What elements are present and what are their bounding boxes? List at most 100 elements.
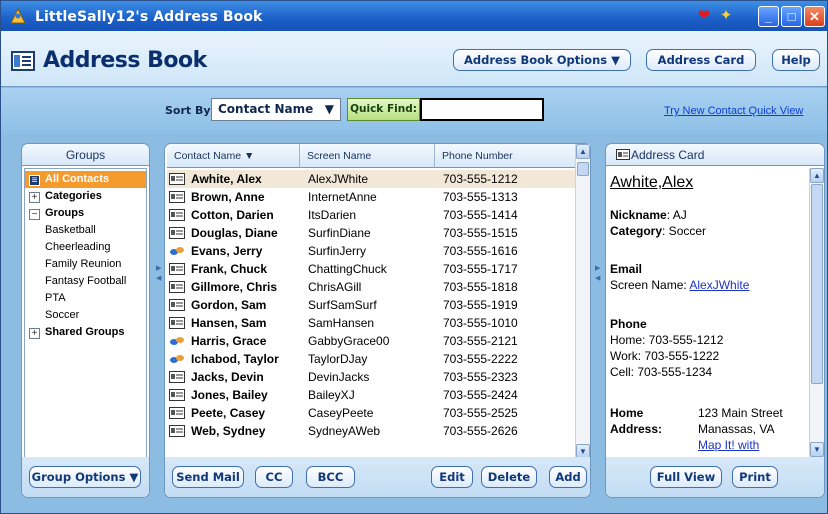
- contact-row[interactable]: Awhite, Alex AlexJWhite 703-555-1212: [167, 170, 575, 188]
- contact-row[interactable]: Harris, Grace GabbyGrace00 703-555-2121: [167, 332, 575, 350]
- print-button[interactable]: Print: [732, 466, 778, 488]
- buddy-icon: [169, 352, 185, 364]
- contact-row[interactable]: Jacks, Devin DevinJacks 703-555-2323: [167, 368, 575, 386]
- contact-row[interactable]: Gillmore, Chris ChrisAGill 703-555-1818: [167, 278, 575, 296]
- card-icon: [169, 190, 185, 203]
- phone-number-cell: 703-555-1818: [443, 280, 518, 294]
- bcc-button[interactable]: BCC: [306, 466, 355, 488]
- contact-row[interactable]: Frank, Chuck ChattingChuck 703-555-1717: [167, 260, 575, 278]
- contact-row[interactable]: Peete, Casey CaseyPeete 703-555-2525: [167, 404, 575, 422]
- address-card-title: Address Card: [631, 148, 705, 162]
- phone-number-cell: 703-555-1515: [443, 226, 518, 240]
- expand-icon[interactable]: +: [29, 192, 40, 203]
- minimize-button[interactable]: _: [758, 6, 779, 27]
- phone-number-cell: 703-555-1212: [443, 172, 518, 186]
- contact-row[interactable]: Gordon, Sam SurfSamSurf 703-555-1919: [167, 296, 575, 314]
- contact-row[interactable]: Evans, Jerry SurfinJerry 703-555-1616: [167, 242, 575, 260]
- delete-button[interactable]: Delete: [481, 466, 537, 488]
- sort-by-select[interactable]: Contact Name ▼: [211, 98, 341, 121]
- scroll-thumb[interactable]: [577, 162, 589, 176]
- group-item-pta[interactable]: PTA: [25, 290, 66, 307]
- card-scrollbar[interactable]: ▲ ▼: [809, 168, 824, 458]
- address-card-header: Address Card: [606, 144, 824, 166]
- card-icon: [169, 388, 185, 401]
- edit-button[interactable]: Edit: [431, 466, 473, 488]
- collapse-icon[interactable]: −: [29, 209, 40, 220]
- close-button[interactable]: ✕: [804, 6, 825, 27]
- card-splitter[interactable]: ▶ ◀: [595, 264, 601, 284]
- scroll-up-icon[interactable]: ▲: [810, 168, 824, 183]
- heart-icon[interactable]: ❤: [695, 7, 713, 25]
- screen-name-cell: SurfSamSurf: [308, 298, 377, 312]
- group-item-categories[interactable]: + Categories: [25, 188, 102, 205]
- contact-name-cell: Web, Sydney: [169, 422, 265, 440]
- group-item-family-reunion[interactable]: Family Reunion: [25, 256, 121, 273]
- contact-name-cell: Evans, Jerry: [169, 242, 262, 260]
- toolbar: Sort By: Contact Name ▼ Quick Find: Try …: [1, 88, 827, 134]
- contact-name: Evans, Jerry: [191, 244, 263, 258]
- cell-phone: Cell: 703-555-1234: [610, 365, 713, 379]
- add-button[interactable]: Add: [549, 466, 587, 488]
- group-item-soccer[interactable]: Soccer: [25, 307, 79, 324]
- address-book-options-button[interactable]: Address Book Options ▼: [453, 49, 631, 71]
- group-item-label: All Contacts: [45, 173, 110, 185]
- title-bar: LittleSally12's Address Book ❤ ✦ _ □ ✕: [1, 1, 827, 31]
- phone-number-cell: 703-555-2424: [443, 388, 518, 402]
- screen-name-link[interactable]: AlexJWhite: [689, 278, 749, 292]
- help-button[interactable]: Help: [772, 49, 820, 71]
- contact-name-cell: Douglas, Diane: [169, 224, 278, 242]
- contact-name: Awhite, Alex: [191, 172, 262, 186]
- cc-button[interactable]: CC: [255, 466, 293, 488]
- group-item-all-contacts[interactable]: ≡ All Contacts: [25, 171, 146, 188]
- group-item-shared-groups[interactable]: + Shared Groups: [25, 324, 124, 341]
- screen-name-cell: SurfinDiane: [308, 226, 371, 240]
- phone-number-cell: 703-555-2121: [443, 334, 518, 348]
- contact-name: Jones, Bailey: [191, 388, 268, 402]
- contact-row[interactable]: Cotton, Darien ItsDarien 703-555-1414: [167, 206, 575, 224]
- contact-row[interactable]: Hansen, Sam SamHansen 703-555-1010: [167, 314, 575, 332]
- column-header-screen-name[interactable]: Screen Name: [300, 144, 435, 168]
- send-mail-button[interactable]: Send Mail: [172, 466, 244, 488]
- card-icon: [169, 424, 185, 437]
- contacts-panel: Contact Name ▼ Screen Name Phone Number …: [164, 143, 591, 498]
- group-item-basketball[interactable]: Basketball: [25, 222, 96, 239]
- contact-name: Web, Sydney: [191, 424, 266, 438]
- address-card-button[interactable]: Address Card: [646, 49, 756, 71]
- full-view-button[interactable]: Full View: [650, 466, 722, 488]
- group-item-cheerleading[interactable]: Cheerleading: [25, 239, 110, 256]
- category-label: Category: [610, 224, 663, 238]
- contact-row[interactable]: Ichabod, Taylor TaylorDJay 703-555-2222: [167, 350, 575, 368]
- scroll-down-icon[interactable]: ▼: [810, 442, 824, 457]
- address-book-window: LittleSally12's Address Book ❤ ✦ _ □ ✕ A…: [0, 0, 828, 514]
- scroll-up-icon[interactable]: ▲: [576, 144, 590, 159]
- screen-name-cell: TaylorDJay: [308, 352, 368, 366]
- column-header-contact-name[interactable]: Contact Name ▼: [167, 144, 300, 168]
- contact-row[interactable]: Brown, Anne InternetAnne 703-555-1313: [167, 188, 575, 206]
- address-book-options-label: Address Book Options: [463, 53, 608, 67]
- group-item-fantasy-football[interactable]: Fantasy Football: [25, 273, 126, 290]
- running-man-icon[interactable]: ✦: [717, 7, 735, 25]
- contact-row[interactable]: Jones, Bailey BaileyXJ 703-555-2424: [167, 386, 575, 404]
- card-contact-name[interactable]: Awhite,Alex: [610, 174, 693, 192]
- card-icon: [169, 370, 185, 383]
- group-options-button[interactable]: Group Options ▼: [29, 466, 141, 488]
- home-phone: Home: 703-555-1212: [610, 333, 724, 347]
- nickname-value: : AJ: [666, 208, 687, 222]
- expand-icon[interactable]: +: [29, 328, 40, 339]
- groups-splitter[interactable]: ▶ ◀: [156, 264, 162, 284]
- group-item-groups[interactable]: − Groups: [25, 205, 84, 222]
- map-it-link[interactable]: Map It! with: [698, 438, 759, 452]
- contact-name-cell: Brown, Anne: [169, 188, 265, 206]
- contact-row[interactable]: Douglas, Diane SurfinDiane 703-555-1515: [167, 224, 575, 242]
- phone-number-cell: 703-555-1919: [443, 298, 518, 312]
- column-header-phone-number[interactable]: Phone Number: [435, 144, 575, 168]
- maximize-button[interactable]: □: [781, 6, 802, 27]
- contact-row[interactable]: Web, Sydney SydneyAWeb 703-555-2626: [167, 422, 575, 440]
- phone-number-cell: 703-555-2323: [443, 370, 518, 384]
- scroll-thumb[interactable]: [811, 184, 823, 384]
- try-contact-quick-view-link[interactable]: Try New Contact Quick View: [664, 105, 803, 117]
- screen-name-cell: BaileyXJ: [308, 388, 355, 402]
- contacts-scrollbar[interactable]: ▲ ▼: [575, 144, 590, 460]
- contact-name: Ichabod, Taylor: [191, 352, 279, 366]
- quick-find-input[interactable]: [420, 98, 544, 121]
